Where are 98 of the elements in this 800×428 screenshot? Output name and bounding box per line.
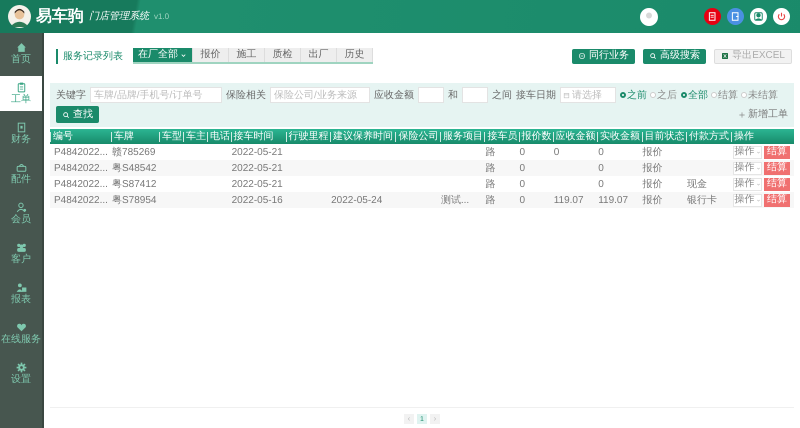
column-header[interactable]: 目前状态	[642, 132, 685, 142]
radio-option[interactable]: 之前	[620, 88, 647, 102]
nav-item[interactable]: 首页	[0, 36, 42, 70]
nav-item[interactable]: 会员	[0, 196, 42, 230]
tab[interactable]: 质检	[265, 48, 301, 62]
column-header[interactable]: 保险公司	[395, 132, 438, 142]
nav-item[interactable]: 报表	[0, 276, 42, 310]
nav-item[interactable]: 财务	[0, 116, 42, 150]
column-header[interactable]: 行驶里程	[286, 132, 329, 142]
column-header[interactable]: 报价数	[518, 132, 552, 142]
table-cell: P4842022...	[54, 194, 108, 206]
and-label: 和	[448, 88, 458, 102]
radio-option[interactable]: 结算	[711, 88, 738, 102]
action-dropdown[interactable]: 操作	[733, 146, 762, 158]
field-label: 保险相关	[226, 88, 266, 102]
previous-page-button[interactable]: ‹	[404, 414, 414, 424]
tab[interactable]: 历史	[337, 48, 373, 62]
column-header[interactable]: 车型	[159, 132, 182, 142]
between-label: 之间	[492, 88, 512, 102]
brand-name: 易车驹	[36, 6, 84, 26]
radio-option[interactable]: 全部	[681, 88, 708, 102]
table-cell: 测试...	[440, 194, 470, 206]
column-header[interactable]: 实收金额	[597, 132, 640, 142]
table-cell: P4842022...	[54, 162, 108, 174]
column-header[interactable]: 车牌	[111, 132, 134, 142]
keyword-field[interactable]: 车牌/品牌/手机号/订单号	[90, 87, 222, 103]
field-label: 关键字	[56, 88, 86, 102]
table-cell: P4842022...	[54, 146, 108, 158]
table-cell: 粤S78954	[112, 194, 156, 206]
column-header[interactable]: 操作	[730, 132, 754, 142]
table-cell: 2022-05-24	[331, 194, 382, 206]
table-cell: 0	[598, 146, 604, 158]
table-cell: 119.07	[598, 194, 628, 206]
nav-item[interactable]: 客户	[0, 236, 42, 270]
nav-item[interactable]: 工单	[0, 76, 42, 110]
brand-subtitle: 门店管理系统	[89, 10, 149, 24]
settle-button[interactable]: 结算	[764, 194, 790, 206]
radio-option[interactable]: 之后	[650, 88, 677, 102]
radio-option[interactable]: 未结算	[741, 88, 778, 102]
settle-button[interactable]: 结算	[764, 178, 790, 190]
table-cell: 0	[598, 162, 604, 174]
table-cell: 2022-05-16	[232, 194, 283, 206]
table-cell: P4842022...	[54, 178, 108, 190]
column-header[interactable]: 付款方式	[686, 132, 730, 142]
table-cell: 0	[520, 162, 526, 174]
table-cell: 报价	[642, 194, 663, 206]
column-header[interactable]: 应收金额	[552, 132, 596, 142]
table-cell: 粤S87412	[112, 178, 156, 190]
column-header[interactable]: 接车员	[484, 132, 518, 142]
table-cell: 路	[485, 194, 496, 206]
table-cell: 2022-05-21	[232, 146, 283, 158]
action-dropdown[interactable]: 操作	[733, 178, 762, 190]
table-cell: 报价	[642, 178, 663, 190]
toolbar-button[interactable]: 高级搜索	[643, 48, 706, 64]
table-cell: 0	[598, 178, 604, 190]
table-cell: 赣785269	[112, 146, 156, 158]
table-cell: 0	[520, 146, 526, 158]
column-header[interactable]: 电话	[206, 132, 230, 142]
table-cell: 2022-05-21	[232, 178, 283, 190]
table-cell: 粤S48542	[112, 162, 156, 174]
tab[interactable]: 出厂	[301, 48, 337, 62]
toolbar-button[interactable]: 同行业务	[572, 48, 636, 64]
next-page-button[interactable]: ›	[430, 414, 440, 424]
table-cell: 路	[485, 178, 496, 190]
nav-item[interactable]: 配件	[0, 156, 42, 190]
settle-button[interactable]: 结算	[764, 146, 790, 158]
column-header[interactable]: 服务项目	[440, 132, 483, 142]
action-dropdown[interactable]: 操作	[733, 162, 762, 174]
column-header[interactable]: 建议保养时间	[330, 132, 394, 142]
field-label: 接车日期	[516, 88, 556, 102]
table-cell: 0	[520, 178, 526, 190]
table-cell: 119.07	[554, 194, 584, 206]
column-header[interactable]: 车主	[182, 132, 206, 142]
table-cell: 现金	[687, 178, 708, 190]
column-header[interactable]: 接车时间	[230, 132, 274, 142]
tab[interactable]: 在厂全部	[133, 48, 193, 62]
table-cell: 报价	[642, 162, 663, 174]
tab[interactable]: 施工	[229, 48, 265, 62]
table-cell: 报价	[642, 146, 663, 158]
field-label: 应收金额	[374, 88, 414, 102]
table-cell: 2022-05-21	[232, 162, 283, 174]
version-label: v1.0	[154, 10, 170, 22]
page-title: 服务记录列表	[56, 48, 123, 64]
column-header[interactable]: 编号	[50, 132, 73, 142]
table-cell: 银行卡	[687, 194, 718, 206]
settle-button[interactable]: 结算	[764, 162, 790, 174]
new-order-button[interactable]: 新增工单	[738, 107, 788, 122]
date-field[interactable]: 请选择	[560, 87, 616, 103]
nav-item[interactable]: 在线服务	[0, 316, 42, 350]
tab[interactable]: 报价	[193, 48, 229, 62]
search-button[interactable]: 查找	[56, 106, 99, 123]
table-cell: 0	[520, 194, 526, 206]
action-dropdown[interactable]: 操作	[733, 194, 762, 206]
table-cell: 0	[554, 146, 560, 158]
nav-item[interactable]: 设置	[0, 356, 42, 390]
table-cell: 路	[485, 146, 496, 158]
insurance-field[interactable]: 保险公司/业务来源	[270, 87, 370, 103]
table-cell: 路	[485, 162, 496, 174]
